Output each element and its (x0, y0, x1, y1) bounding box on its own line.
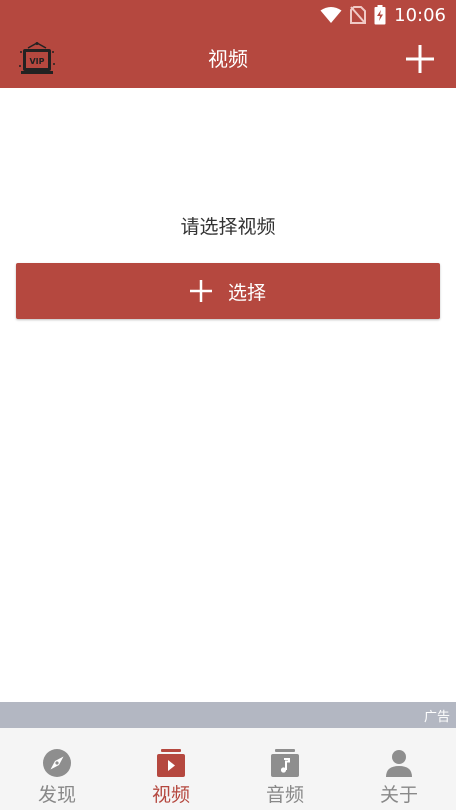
wifi-icon (320, 7, 342, 23)
plus-icon (189, 280, 212, 302)
status-time: 10:06 (394, 4, 446, 26)
select-button-label: 选择 (227, 281, 266, 304)
compass-icon (43, 749, 71, 777)
select-video-button[interactable]: 选择 (16, 263, 440, 319)
add-icon[interactable] (404, 43, 436, 75)
status-icons: 10:06 (320, 0, 446, 30)
nav-label-discover: 发现 (37, 784, 76, 806)
no-sim-icon (350, 6, 367, 24)
person-icon (386, 750, 412, 777)
nav-item-about[interactable]: 关于 (342, 728, 456, 810)
nav-item-audio[interactable]: 音频 (228, 728, 342, 810)
app-bar: VIP 视频 (0, 30, 456, 88)
page-title: 视频 (208, 47, 248, 71)
battery-charging-icon (374, 5, 386, 25)
nav-label-audio: 音频 (265, 784, 304, 806)
nav-item-discover[interactable]: 发现 (0, 728, 114, 810)
nav-label-about: 关于 (379, 784, 418, 806)
music-icon (271, 749, 299, 777)
nav-item-video[interactable]: 视频 (114, 728, 228, 810)
bottom-nav: 发现 视频 音频 关于 (0, 728, 456, 810)
ad-banner[interactable]: 广告 (0, 702, 456, 728)
status-bar: 10:06 (0, 0, 456, 30)
ad-label: 广告 (423, 710, 450, 725)
select-video-prompt: 请选择视频 (180, 216, 276, 238)
nav-label-video: 视频 (151, 784, 190, 806)
video-icon (157, 749, 185, 777)
